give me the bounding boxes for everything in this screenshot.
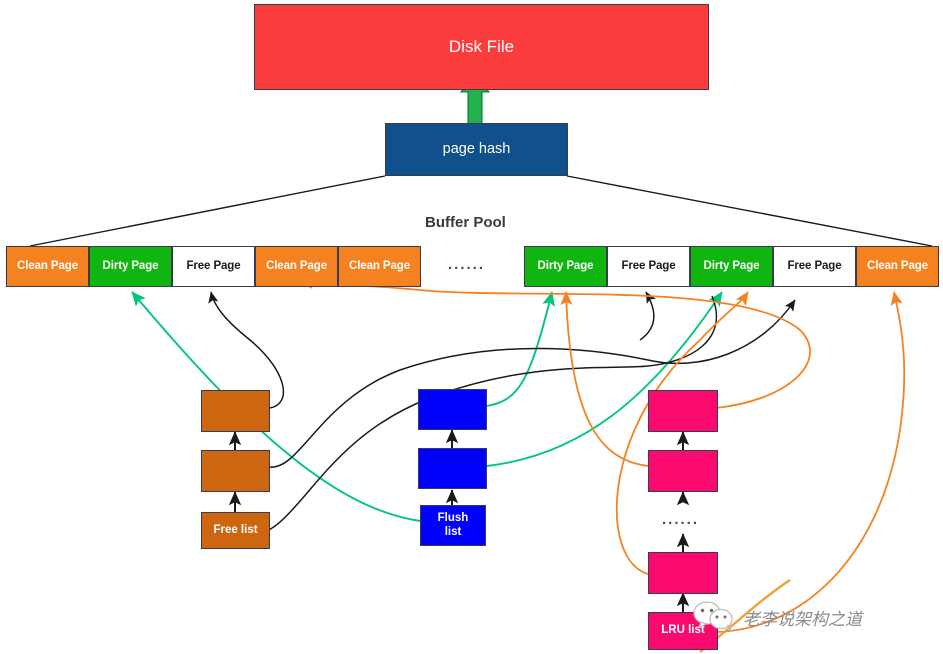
buffer-cell-9[interactable]: Clean Page: [856, 246, 939, 287]
buffer-cell-0-label: Clean Page: [17, 259, 78, 272]
disk-file-label: Disk File: [448, 37, 515, 57]
connector-layer: [29, 74, 933, 653]
page-hash-fanout: [29, 175, 933, 247]
buffer-cell-9-label: Clean Page: [867, 259, 928, 272]
wechat-icon: [693, 601, 733, 632]
buffer-pool-ellipsis: ......: [448, 256, 486, 273]
flush-list-node-1[interactable]: [418, 448, 487, 489]
free-list-label: Free list: [213, 523, 258, 536]
free-list-box[interactable]: Free list: [201, 512, 270, 549]
buffer-cell-1[interactable]: Dirty Page: [89, 246, 172, 287]
flush-list-box[interactable]: Flush list: [420, 505, 486, 546]
buffer-cell-1-label: Dirty Page: [102, 259, 159, 272]
buffer-cell-7-label: Dirty Page: [703, 259, 760, 272]
free-list-node-0[interactable]: [201, 390, 270, 432]
lru-list-ellipsis: ......: [662, 511, 700, 528]
buffer-cell-3-label: Clean Page: [266, 259, 327, 272]
flush-list-node-0[interactable]: [418, 389, 487, 430]
buffer-cell-5[interactable]: Dirty Page: [524, 246, 607, 287]
flush-list-label-line2: list: [444, 525, 462, 538]
buffer-cell-5-label: Dirty Page: [537, 259, 594, 272]
buffer-cell-4[interactable]: Clean Page: [338, 246, 421, 287]
buffer-cell-8[interactable]: Free Page: [773, 246, 856, 287]
buffer-cell-7[interactable]: Dirty Page: [690, 246, 773, 287]
diagram-canvas: Disk File page hash Buffer Pool Clean Pa…: [0, 0, 943, 654]
lru-list-wires: [299, 276, 906, 633]
buffer-cell-6[interactable]: Free Page: [607, 246, 690, 287]
buffer-pool-title: Buffer Pool: [425, 214, 506, 231]
buffer-cell-2-label: Free Page: [186, 259, 241, 272]
buffer-cell-3[interactable]: Clean Page: [255, 246, 338, 287]
free-list-node-1[interactable]: [201, 450, 270, 492]
page-hash-box: page hash: [385, 123, 568, 176]
disk-file-box: Disk File: [254, 4, 709, 90]
buffer-cell-4-label: Clean Page: [349, 259, 410, 272]
watermark: 老李说架构之道: [692, 600, 862, 634]
lru-list-node-2[interactable]: [648, 552, 718, 594]
buffer-cell-0[interactable]: Clean Page: [6, 246, 89, 287]
buffer-cell-2[interactable]: Free Page: [172, 246, 255, 287]
watermark-text: 老李说架构之道: [743, 609, 862, 630]
flush-list-label-line1: Flush: [437, 512, 469, 525]
lru-list-node-1[interactable]: [648, 450, 718, 492]
buffer-cell-6-label: Free Page: [621, 259, 676, 272]
page-hash-label: page hash: [442, 141, 511, 158]
lru-list-node-0[interactable]: [648, 390, 718, 432]
buffer-cell-8-label: Free Page: [787, 259, 842, 272]
